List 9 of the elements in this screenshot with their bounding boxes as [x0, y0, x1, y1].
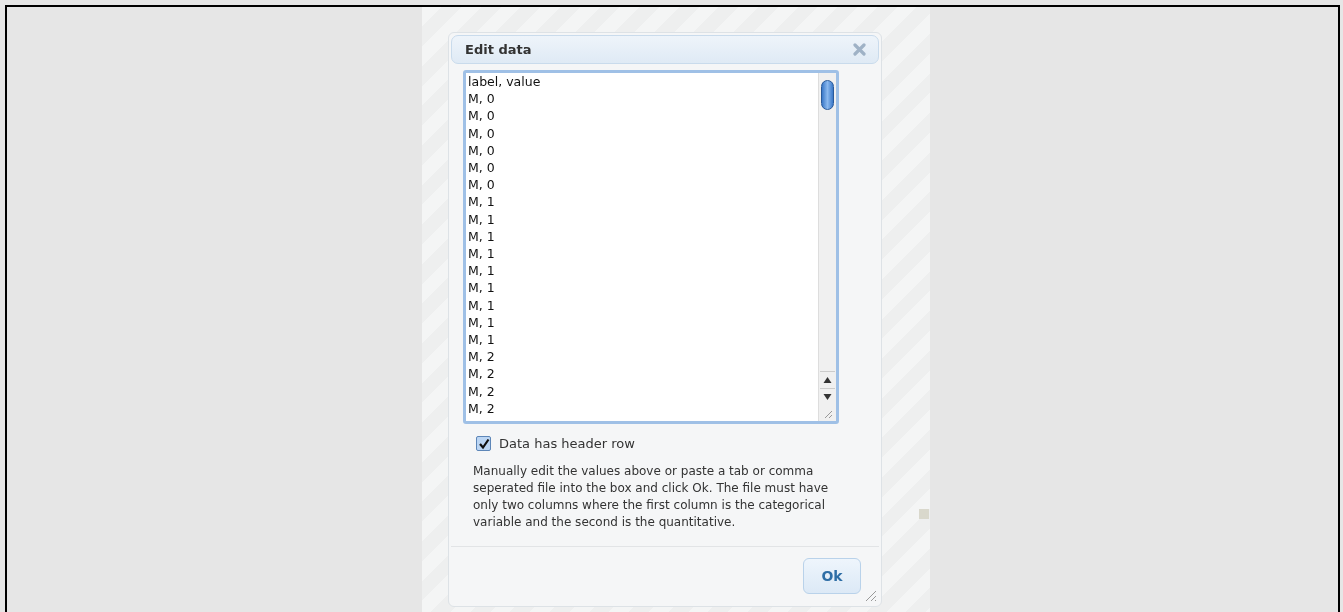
- instructions-text: Manually edit the values above or paste a tab or comma seperated file into the box and click Ok. The file must have only two columns where the first column is the categorical variable and the second is the quantitative.: [473, 463, 830, 531]
- ok-button[interactable]: Ok: [803, 558, 861, 594]
- dialog-title: Edit data: [465, 42, 532, 57]
- header-row-checkbox[interactable]: [476, 436, 491, 451]
- resize-grip-icon[interactable]: [863, 588, 877, 602]
- scrollbar-thumb[interactable]: [821, 80, 834, 110]
- checkbox-label: Data has header row: [499, 436, 635, 451]
- data-textarea[interactable]: label, value M, 0 M, 0 M, 0 M, 0 M, 0 M, 0 M, 1 M, 1 M, 1 M, 1 M, 1 M, 1 M, 1 M, 1 M, 1 M, 2 M, 2 M, 2 M, 2: [463, 70, 839, 424]
- resize-grip-icon[interactable]: [822, 409, 833, 419]
